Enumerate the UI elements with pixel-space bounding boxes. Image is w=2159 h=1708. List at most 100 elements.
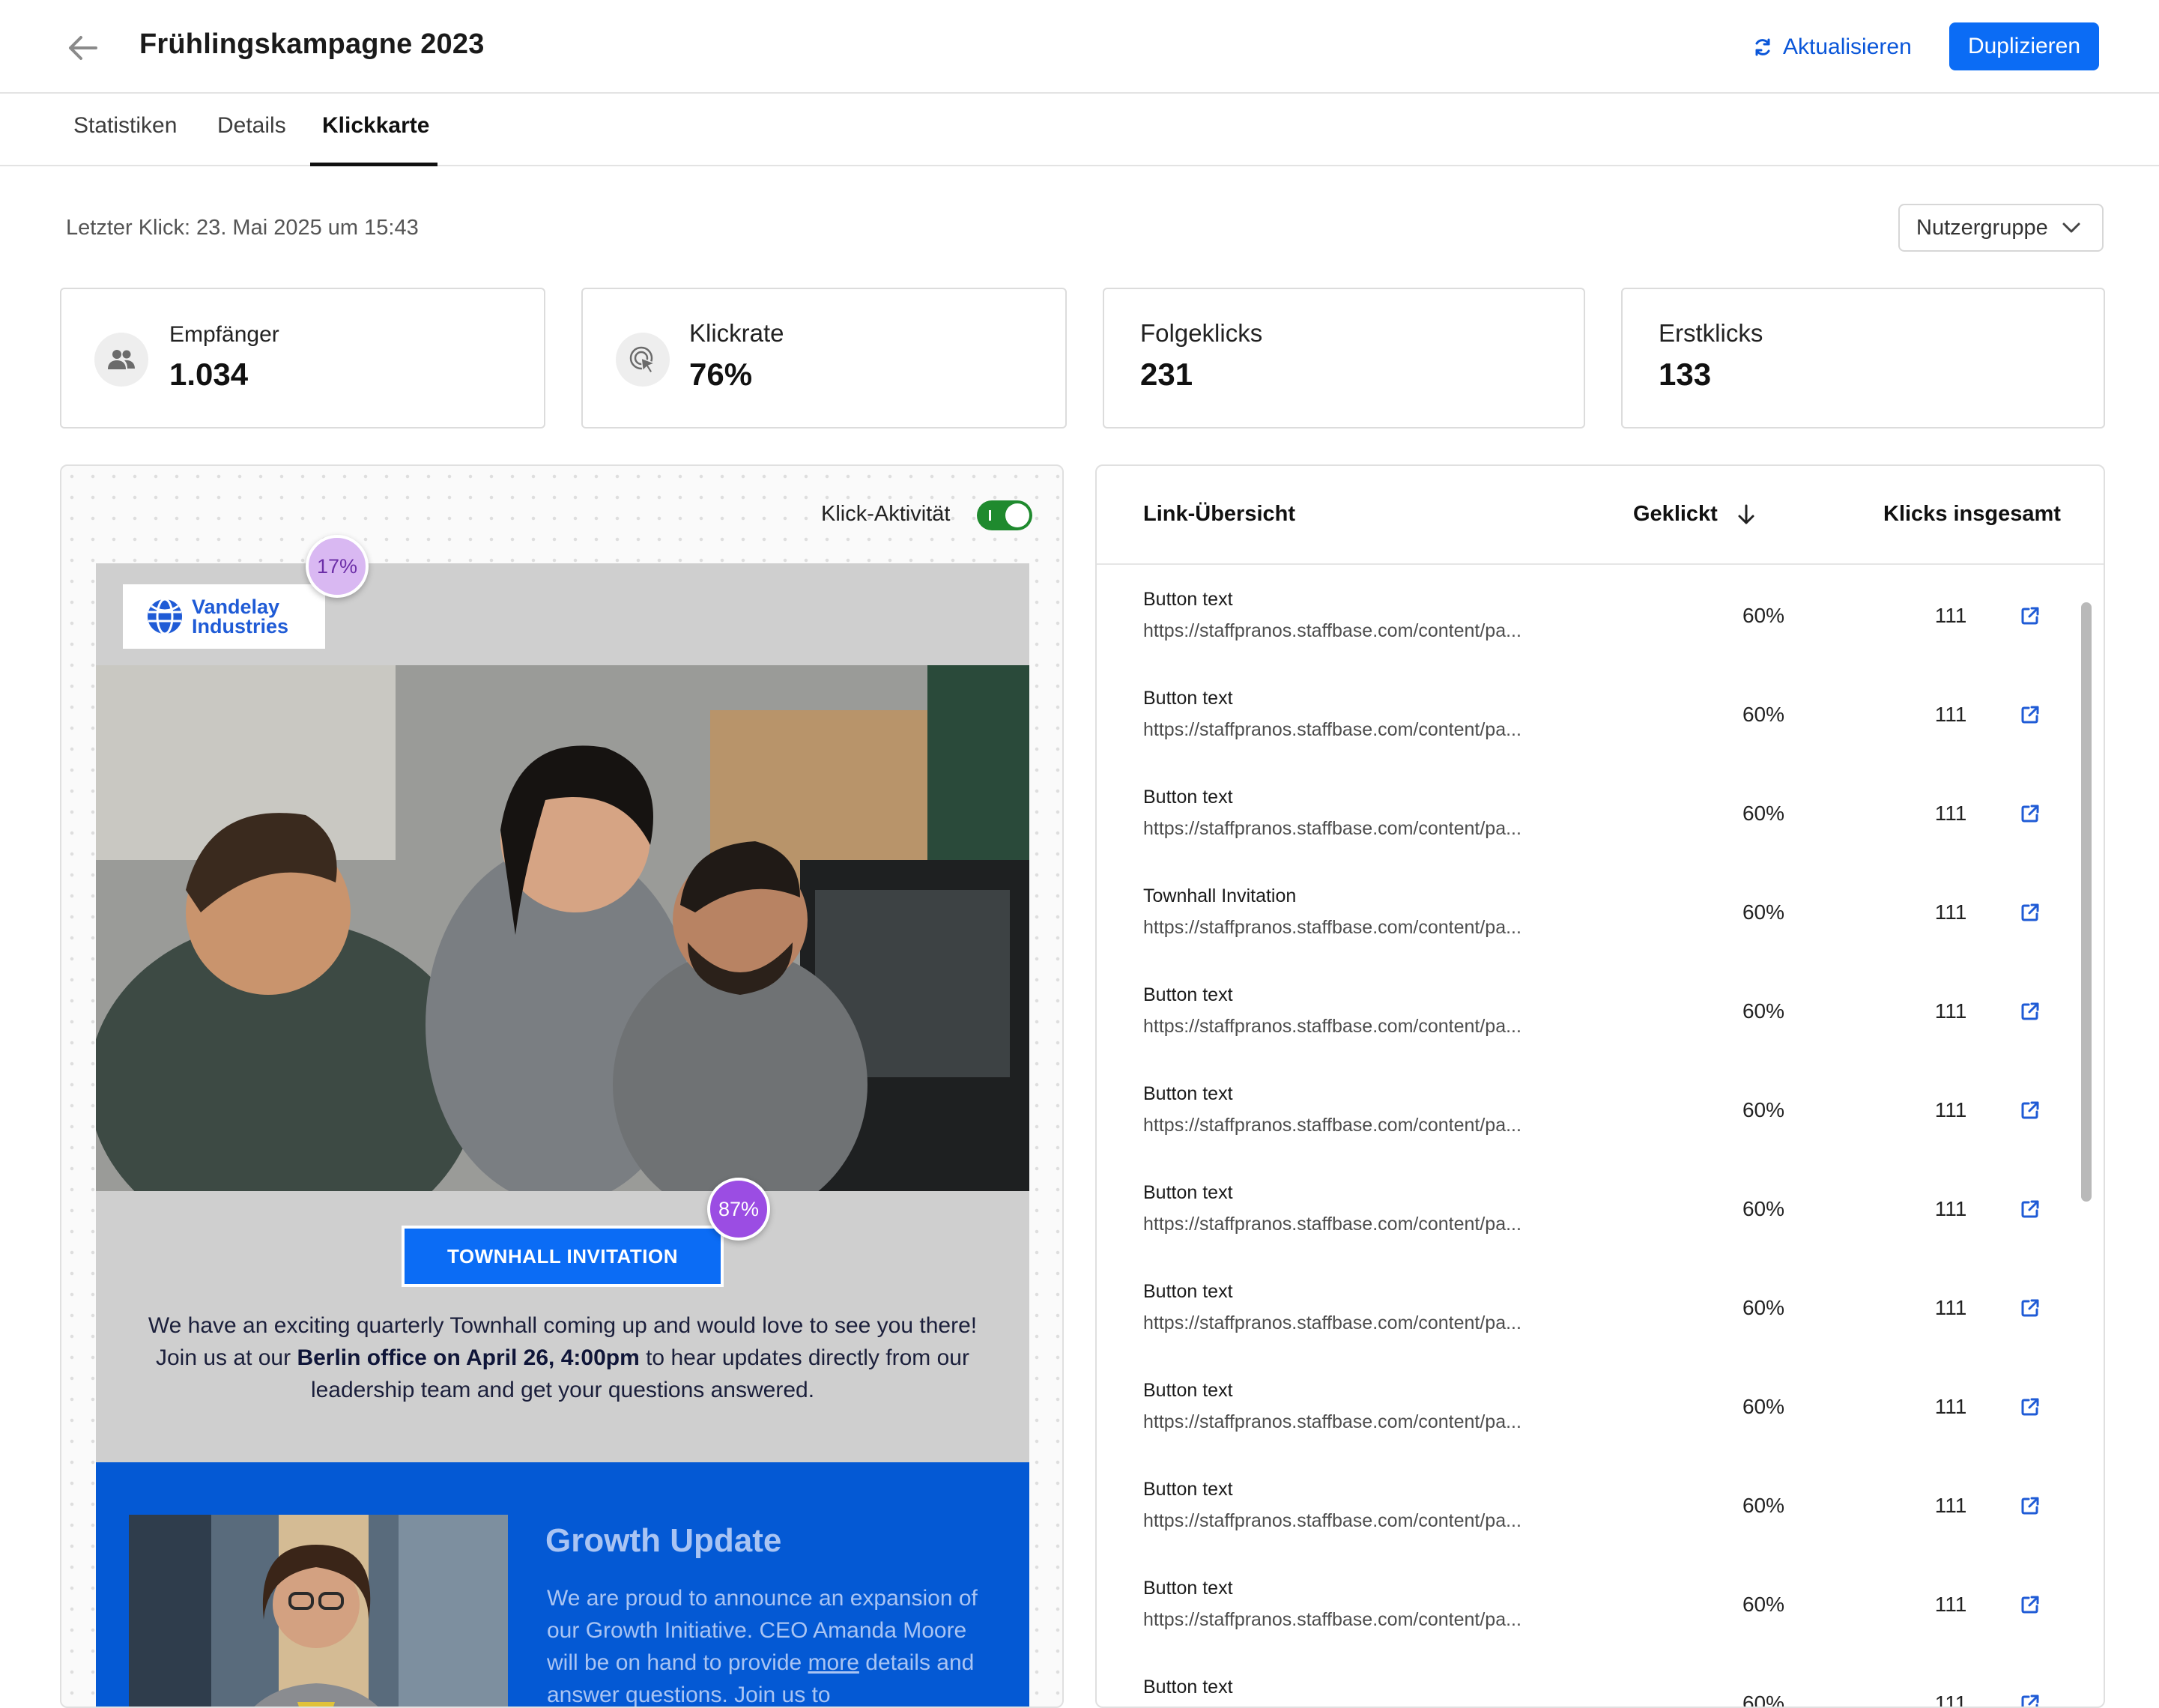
- email-preview-panel: Klick-Aktivität Vandelay Industries TOWN…: [60, 464, 1064, 1708]
- clicked-percent: 60%: [1742, 1395, 1785, 1418]
- open-link-button[interactable]: [2017, 1294, 2044, 1321]
- link-overview-table: Link-Übersicht Geklickt Klicks insgesamt…: [1095, 464, 2105, 1708]
- table-row: Button text https://staffpranos.staffbase…: [1097, 764, 2104, 863]
- company-logo[interactable]: Vandelay Industries: [123, 584, 325, 649]
- open-link-button[interactable]: [2017, 1393, 2044, 1420]
- kpi-label: Klickrate: [689, 319, 784, 347]
- tab-klickkarte[interactable]: Klickkarte: [322, 113, 429, 139]
- total-clicks: 111: [1934, 1197, 1967, 1220]
- table-row: Button text https://staffpranos.staffbase…: [1097, 566, 2104, 665]
- kpi-value: 133: [1659, 357, 1712, 392]
- top-bar: Frühlingskampagne 2023 Aktualisieren Dup…: [0, 0, 2159, 94]
- clicked-percent: 60%: [1742, 1197, 1785, 1220]
- link-url: https://staffpranos.staffbase.com/conten…: [1143, 1312, 1521, 1333]
- click-activity-toggle[interactable]: [977, 500, 1032, 530]
- open-link-button[interactable]: [2017, 602, 2044, 629]
- external-link-icon: [2021, 1299, 2039, 1317]
- table-row: Button text https://staffpranos.staffbase…: [1097, 1160, 2104, 1259]
- open-link-button[interactable]: [2017, 899, 2044, 926]
- total-clicks: 111: [1934, 1494, 1967, 1517]
- external-link-icon: [2021, 1398, 2039, 1416]
- refresh-button[interactable]: Aktualisieren: [1753, 25, 1912, 69]
- table-row: Button text https://staffpranos.staffbase…: [1097, 1456, 2104, 1555]
- email-content: Vandelay Industries TOWNHALL INVITATION …: [96, 563, 1029, 1707]
- more-link[interactable]: more: [808, 1650, 859, 1675]
- chevron-down-icon: [2062, 222, 2080, 233]
- open-link-button[interactable]: [2017, 800, 2044, 827]
- clicked-percent: 60%: [1742, 1296, 1785, 1319]
- tab-bar: Statistiken Details Klickkarte: [0, 95, 2159, 166]
- open-link-button[interactable]: [2017, 998, 2044, 1025]
- link-name: Townhall Invitation: [1143, 885, 1297, 906]
- link-url: https://staffpranos.staffbase.com/conten…: [1143, 1411, 1521, 1432]
- table-header: Link-Übersicht Geklickt Klicks insgesamt: [1097, 466, 2104, 565]
- table-row: Button text https://staffpranos.staffbase…: [1097, 1555, 2104, 1654]
- link-url: https://staffpranos.staffbase.com/conten…: [1143, 818, 1521, 839]
- open-link-button[interactable]: [2017, 1591, 2044, 1618]
- hero-photo: [96, 665, 1029, 1191]
- duplicate-button[interactable]: Duplizieren: [1949, 22, 2099, 70]
- last-click-text: Letzter Klick: 23. Mai 2025 um 15:43: [66, 216, 419, 240]
- user-group-dropdown[interactable]: Nutzergruppe: [1898, 204, 2104, 252]
- total-clicks: 111: [1934, 703, 1967, 726]
- total-clicks: 111: [1934, 1593, 1967, 1616]
- clicked-percent: 60%: [1742, 1098, 1785, 1121]
- open-link-button[interactable]: [2017, 1690, 2044, 1707]
- globe-icon: [148, 598, 182, 635]
- tab-statistiken[interactable]: Statistiken: [73, 113, 177, 139]
- open-link-button[interactable]: [2017, 1492, 2044, 1519]
- open-link-button[interactable]: [2017, 1196, 2044, 1223]
- link-name: Button text: [1143, 688, 1233, 709]
- tab-details[interactable]: Details: [217, 113, 286, 139]
- email-body-text: We have an exciting quarterly Townhall c…: [148, 1313, 978, 1402]
- open-link-button[interactable]: [2017, 1097, 2044, 1124]
- link-name: Button text: [1143, 589, 1233, 610]
- table-body: Button text https://staffpranos.staffbase…: [1097, 566, 2104, 1707]
- kpi-card-first-clicks: Erstklicks 133: [1621, 288, 2105, 428]
- link-name: Button text: [1143, 1380, 1233, 1401]
- external-link-icon: [2021, 1596, 2039, 1614]
- cursor-click-icon: [616, 333, 670, 387]
- click-badge-cta[interactable]: 87%: [707, 1178, 770, 1241]
- clicked-percent: 60%: [1742, 802, 1785, 825]
- open-link-button[interactable]: [2017, 701, 2044, 728]
- link-url: https://staffpranos.staffbase.com/conten…: [1143, 1609, 1521, 1630]
- link-name: Button text: [1143, 1578, 1233, 1599]
- external-link-icon: [2021, 1200, 2039, 1218]
- back-button[interactable]: [61, 27, 103, 69]
- link-name: Button text: [1143, 1479, 1233, 1500]
- link-url: https://staffpranos.staffbase.com/conten…: [1143, 620, 1521, 641]
- total-clicks: 111: [1934, 802, 1967, 825]
- table-row: Townhall Invitation https://staffpranos.s…: [1097, 863, 2104, 962]
- table-row: Button text https://staffpranos.staffbase…: [1097, 1357, 2104, 1456]
- link-name: Button text: [1143, 787, 1233, 808]
- clicked-percent: 60%: [1742, 999, 1785, 1023]
- external-link-icon: [2021, 805, 2039, 823]
- column-header-clicked[interactable]: Geklickt: [1633, 502, 1755, 527]
- people-icon: [94, 333, 148, 387]
- link-name: Button text: [1143, 984, 1233, 1005]
- link-url: https://staffpranos.staffbase.com/conten…: [1143, 1115, 1521, 1136]
- total-clicks: 111: [1934, 900, 1967, 924]
- townhall-invitation-button[interactable]: TOWNHALL INVITATION: [402, 1226, 724, 1287]
- link-url: https://staffpranos.staffbase.com/conten…: [1143, 1214, 1521, 1235]
- click-badge-logo[interactable]: 17%: [306, 535, 369, 598]
- scrollbar[interactable]: [2081, 602, 2092, 1202]
- link-name: Button text: [1143, 1182, 1233, 1203]
- table-row: Button text 60% 111: [1097, 1654, 2104, 1707]
- kpi-value: 231: [1140, 357, 1193, 392]
- refresh-icon: [1755, 38, 1770, 56]
- link-name: Button text: [1143, 1083, 1233, 1104]
- link-name: Button text: [1143, 1281, 1233, 1302]
- link-url: https://staffpranos.staffbase.com/conten…: [1143, 1510, 1521, 1531]
- link-url: https://staffpranos.staffbase.com/conten…: [1143, 1016, 1521, 1037]
- kpi-label: Folgeklicks: [1140, 319, 1263, 347]
- kpi-card-click-rate: Klickrate 76%: [581, 288, 1067, 428]
- sort-arrow-down-icon: [1738, 504, 1754, 524]
- external-link-icon: [2021, 1002, 2039, 1020]
- user-group-label: Nutzergruppe: [1916, 215, 2048, 240]
- external-link-icon: [2021, 1497, 2039, 1515]
- column-header-total-clicks: Klicks insgesamt: [1883, 502, 2061, 526]
- kpi-value: 76%: [689, 357, 753, 392]
- growth-text: We are proud to announce an expansion of…: [547, 1586, 978, 1707]
